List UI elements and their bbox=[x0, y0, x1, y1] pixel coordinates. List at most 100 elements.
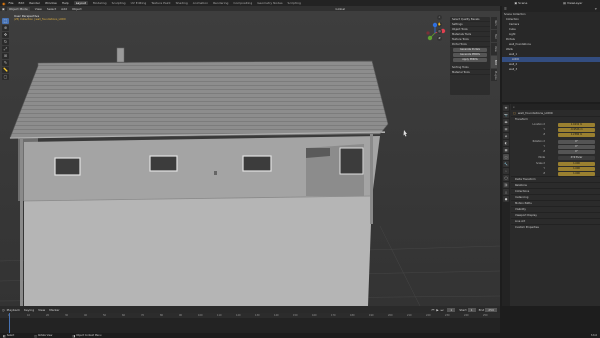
apply-pbrms-button[interactable]: Apply PBRMs bbox=[453, 58, 487, 62]
location-y-field[interactable]: -6.9526 m bbox=[558, 128, 595, 132]
menu-render[interactable]: Render bbox=[29, 1, 40, 5]
modifier-props-icon[interactable]: 🔧 bbox=[503, 161, 509, 167]
tab-plugins[interactable]: Plugins bbox=[491, 69, 497, 81]
frame-label: 230 bbox=[445, 314, 450, 317]
3d-viewport[interactable] bbox=[0, 6, 500, 306]
ortho-grid-icon[interactable]: # bbox=[437, 36, 442, 41]
play-icon[interactable]: ▶ bbox=[436, 308, 438, 312]
frame-label: 20 bbox=[46, 314, 50, 317]
outliner-icon[interactable]: ☰ bbox=[504, 7, 507, 11]
menu-object[interactable]: Object bbox=[72, 7, 82, 11]
object-name-field[interactable]: wall_foundations_LOD0 bbox=[518, 111, 553, 115]
rotate-tool-icon[interactable]: ↻ bbox=[2, 39, 9, 45]
playhead[interactable] bbox=[9, 313, 10, 333]
timeline[interactable]: 0102030405060708090100110120130140150160… bbox=[0, 313, 500, 333]
tab-layout[interactable]: Layout bbox=[73, 1, 88, 5]
object-props-icon[interactable]: ▢ bbox=[503, 154, 509, 160]
tab-animation[interactable]: Animation bbox=[193, 1, 208, 5]
search-icon[interactable]: ⌕ bbox=[513, 105, 515, 109]
menu-file[interactable]: File bbox=[9, 1, 14, 5]
view-layer-props-icon[interactable]: ▤ bbox=[503, 126, 509, 132]
rotation-mode-select[interactable]: XYZ Euler bbox=[558, 156, 595, 160]
render-props-icon[interactable]: 📷 bbox=[503, 112, 509, 118]
rotation-z-field[interactable]: 0° bbox=[558, 150, 595, 154]
data-props-icon[interactable]: △ bbox=[503, 189, 509, 195]
scale-z-field[interactable]: 1.000 bbox=[558, 172, 595, 176]
physics-props-icon[interactable]: ◯ bbox=[503, 175, 509, 181]
tab-rendering[interactable]: Rendering bbox=[213, 1, 228, 5]
timeline-editor-icon[interactable]: ◷ bbox=[2, 308, 5, 312]
menu-help[interactable]: Help bbox=[62, 1, 69, 5]
tab-uv-editing[interactable]: UV Editing bbox=[131, 1, 147, 5]
rotation-x-field[interactable]: 0° bbox=[558, 140, 595, 144]
menu-marker[interactable]: Marker bbox=[49, 308, 59, 312]
mode-selector[interactable]: Object Mode bbox=[6, 6, 30, 11]
outliner-row[interactable]: wall_3 bbox=[502, 67, 600, 72]
scale-y-field[interactable]: 1.000 bbox=[558, 167, 595, 171]
frame-label: 80 bbox=[160, 314, 164, 317]
tab-edit[interactable]: Edit bbox=[491, 56, 497, 68]
camera-view-icon[interactable]: ◎ bbox=[437, 29, 442, 34]
rotation-y-field[interactable]: 0° bbox=[558, 145, 595, 149]
editor-type-icon[interactable]: ▣ bbox=[2, 7, 5, 11]
viewport-header: ▣ Object Mode View Select Add Object Glo… bbox=[0, 6, 500, 11]
menu-window[interactable]: Window bbox=[45, 1, 57, 5]
transform-tool-icon[interactable]: ⊞ bbox=[2, 53, 9, 59]
np-item-portal-tools[interactable]: Portal Tools bbox=[450, 42, 490, 47]
scene-props-icon[interactable]: ◈ bbox=[503, 133, 509, 139]
scale-x-field[interactable]: 1.000 bbox=[558, 162, 595, 166]
view-layer-selector[interactable]: ViewLayer bbox=[567, 1, 595, 5]
location-z-field[interactable]: 1.2386 m bbox=[558, 133, 595, 137]
menu-playback[interactable]: Playback bbox=[7, 308, 20, 312]
menu-select[interactable]: Select bbox=[47, 7, 56, 11]
add-cube-tool-icon[interactable]: ▢ bbox=[2, 74, 9, 80]
generate-pbrms-button[interactable]: Generate PBRMs bbox=[453, 53, 487, 57]
tab-item[interactable]: Item bbox=[491, 17, 497, 29]
particles-props-icon[interactable]: ∴ bbox=[503, 168, 509, 174]
tab-tool[interactable]: Tool bbox=[491, 30, 497, 42]
current-frame-field[interactable]: 1 bbox=[447, 307, 456, 312]
menu-add[interactable]: Add bbox=[61, 7, 67, 11]
menu-view[interactable]: View bbox=[35, 7, 42, 11]
frame-label: 240 bbox=[464, 314, 469, 317]
custom-properties-section[interactable]: Custom Properties bbox=[511, 224, 600, 230]
np-item-material-tools[interactable]: Material Tools bbox=[450, 70, 490, 75]
menu-keying[interactable]: Keying bbox=[24, 308, 34, 312]
navigation-gizmo[interactable] bbox=[424, 22, 446, 44]
menu-view-timeline[interactable]: View bbox=[38, 308, 45, 312]
tab-texture-paint[interactable]: Texture Paint bbox=[151, 1, 170, 5]
tab-shading[interactable]: Shading bbox=[176, 1, 188, 5]
outliner-filter-icon[interactable]: ⏷ bbox=[595, 7, 597, 11]
annotate-tool-icon[interactable]: ✎ bbox=[2, 60, 9, 66]
jump-end-icon[interactable]: ⏭ bbox=[441, 308, 444, 312]
blender-logo-icon[interactable]: ◉ bbox=[2, 1, 6, 6]
output-props-icon[interactable]: 🖶 bbox=[503, 119, 509, 125]
tab-sculpting[interactable]: Sculpting bbox=[112, 1, 126, 5]
select-tool-icon[interactable]: ⬚ bbox=[2, 18, 9, 24]
tab-compositing[interactable]: Compositing bbox=[233, 1, 252, 5]
collection-props-icon[interactable]: ▦ bbox=[503, 147, 509, 153]
frame-ruler[interactable]: 0102030405060708090100110120130140150160… bbox=[0, 313, 500, 318]
location-x-field[interactable]: 1.0232 m bbox=[558, 123, 595, 127]
start-frame-field[interactable]: 1 bbox=[467, 307, 476, 312]
tool-props-icon[interactable]: ⚒ bbox=[503, 105, 509, 111]
menu-edit[interactable]: Edit bbox=[19, 1, 25, 5]
measure-tool-icon[interactable]: 📏 bbox=[2, 67, 9, 73]
tab-geometry-nodes[interactable]: Geometry Nodes bbox=[257, 1, 282, 5]
generate-portals-button[interactable]: Generate Portals bbox=[453, 48, 487, 52]
zoom-icon[interactable]: ⌕ bbox=[437, 15, 442, 20]
tab-scripting[interactable]: Scripting bbox=[288, 1, 301, 5]
scale-tool-icon[interactable]: ⤢ bbox=[2, 46, 9, 52]
scene-selector[interactable]: Scene bbox=[518, 1, 558, 5]
tab-modeling[interactable]: Modeling bbox=[93, 1, 107, 5]
material-props-icon[interactable]: ● bbox=[503, 196, 509, 202]
orientation-selector[interactable]: Global bbox=[335, 7, 345, 11]
cursor-tool-icon[interactable]: ⊕ bbox=[2, 25, 9, 31]
end-frame-field[interactable]: 250 bbox=[485, 307, 497, 312]
jump-start-icon[interactable]: ⏮ bbox=[432, 308, 435, 312]
move-tool-icon[interactable]: ✥ bbox=[2, 32, 9, 38]
pan-hand-icon[interactable]: ✋ bbox=[437, 22, 442, 27]
world-props-icon[interactable]: ◐ bbox=[503, 140, 509, 146]
tab-view[interactable]: View bbox=[491, 43, 497, 55]
constraints-props-icon[interactable]: ⛓ bbox=[503, 182, 509, 188]
